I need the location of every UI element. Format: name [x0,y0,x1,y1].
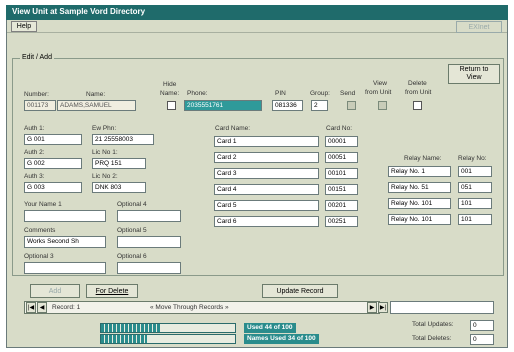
card-name-header: Card Name: [215,125,251,132]
view-label-2: from Unit [365,89,392,96]
lic-2-label: Lic No 2: [92,173,118,180]
names-progress-bar [100,334,236,344]
used-progress-fill [101,324,160,332]
card-no-field[interactable]: 00151 [325,184,358,195]
last-record-icon[interactable]: ▶| [378,302,388,313]
hide-name-checkbox[interactable] [167,101,176,110]
card-name-field[interactable]: Card 2 [214,152,319,163]
relay-no-field[interactable]: 001 [458,166,492,177]
card-name-field[interactable]: Card 3 [214,168,319,179]
names-progress-fill [101,335,147,343]
delete-label-1: Delete [408,80,427,87]
card-no-field[interactable]: 00001 [325,136,358,147]
optional-4-field[interactable] [117,210,181,222]
auth-2-field[interactable]: G 002 [24,158,82,169]
card-no-field[interactable]: 00201 [325,200,358,211]
send-checkbox[interactable] [347,101,356,110]
comments-label: Comments [24,227,56,234]
add-button[interactable]: Add [30,284,80,298]
lic-1-label: Lic No 1: [92,149,118,156]
auth-1-label: Auth 1: [24,125,45,132]
relay-name-field[interactable]: Relay No. 1 [388,166,451,177]
first-record-icon[interactable]: |◀ [26,302,36,313]
card-name-field[interactable]: Card 6 [214,216,319,227]
phone-label: Phone: [187,90,208,97]
optional-3-field[interactable] [24,262,106,274]
card-name-field[interactable]: Card 4 [214,184,319,195]
group-field[interactable]: 2 [311,100,328,111]
lic-1-field[interactable]: PRQ 151 [92,158,146,169]
group-label: Group: [310,90,330,97]
update-record-button[interactable]: Update Record [262,284,338,298]
card-name-field[interactable]: Card 1 [214,136,319,147]
next-record-icon[interactable]: ▶ [367,302,377,313]
comments-field[interactable]: Works Second Sh [24,236,106,248]
exit-button[interactable]: EXInet [456,21,502,33]
lic-2-field[interactable]: DNK 803 [92,182,146,193]
card-no-field[interactable]: 00101 [325,168,358,179]
send-label: Send [340,90,356,97]
auth-2-label: Auth 2: [24,149,45,156]
card-no-field[interactable]: 00251 [325,216,358,227]
phone-field[interactable]: 2035551761 [184,100,262,111]
view-label-1: View [373,80,387,87]
auth-1-field[interactable]: G 001 [24,134,82,145]
window-title: View Unit at Sample Vord Directory [6,5,508,20]
record-number: Record: 1 [52,304,81,311]
names-used-status-label: Names Used 34 of 100 [244,334,319,344]
optional-6-label: Optional 6 [117,253,147,260]
relay-name-field[interactable]: Relay No. 51 [388,182,451,193]
for-delete-button[interactable]: For Delete [86,284,138,298]
used-status-label: Used 44 of 100 [244,323,296,333]
card-no-field[interactable]: 00051 [325,152,358,163]
auth-3-label: Auth 3: [24,173,45,180]
delete-from-unit-checkbox[interactable] [413,101,422,110]
optional-5-label: Optional 5 [117,227,147,234]
optional-6-field[interactable] [117,262,181,274]
total-updates-label: Total Updates: [412,321,454,328]
help-menu[interactable]: Help [11,21,37,32]
hide-name-label-2: Name: [160,90,180,97]
return-to-view-button[interactable]: Return to View [448,64,500,84]
relay-no-field[interactable]: 101 [458,198,492,209]
pin-field[interactable]: 081336 [272,100,303,111]
total-updates-field: 0 [470,320,494,331]
auth-3-field[interactable]: G 003 [24,182,82,193]
delete-label-2: from Unit [405,89,432,96]
total-deletes-label: Total Deletes: [412,335,452,342]
return-button-line2: View [466,74,482,81]
relay-no-field[interactable]: 101 [458,214,492,225]
your-name-field[interactable] [24,210,106,222]
number-field: 001173 [24,100,56,111]
ems-field[interactable]: 21 25558003 [92,134,154,145]
relay-no-header: Relay No: [458,155,487,162]
name-field[interactable]: ADAMS,SAMUEL [57,100,136,111]
total-deletes-field: 0 [470,334,494,345]
ems-label: Ew Phn: [92,125,117,132]
name-label: Name: [86,91,106,98]
view-from-unit-checkbox[interactable] [378,101,387,110]
optional-5-field[interactable] [117,236,181,248]
relay-name-header: Relay Name: [404,155,442,162]
navigator-search-field[interactable] [390,301,494,314]
relay-no-field[interactable]: 051 [458,182,492,193]
number-label: Number: [24,91,49,98]
used-progress-bar [100,323,236,333]
card-no-header: Card No: [326,125,353,132]
navigator-hint: « Move Through Records » [150,304,229,311]
edit-add-label: Edit / Add [20,54,54,61]
your-name-label: Your Name 1 [24,201,62,208]
previous-record-icon[interactable]: ◀ [37,302,47,313]
return-button-line1: Return to [459,66,489,73]
hide-name-label-1: Hide [163,81,177,88]
optional-3-label: Optional 3 [24,253,54,260]
optional-4-label: Optional 4 [117,201,147,208]
relay-name-field[interactable]: Relay No. 101 [388,198,451,209]
menu-bar [7,20,507,33]
pin-label: PIN [275,90,286,97]
relay-name-field[interactable]: Relay No. 101 [388,214,451,225]
card-name-field[interactable]: Card 5 [214,200,319,211]
